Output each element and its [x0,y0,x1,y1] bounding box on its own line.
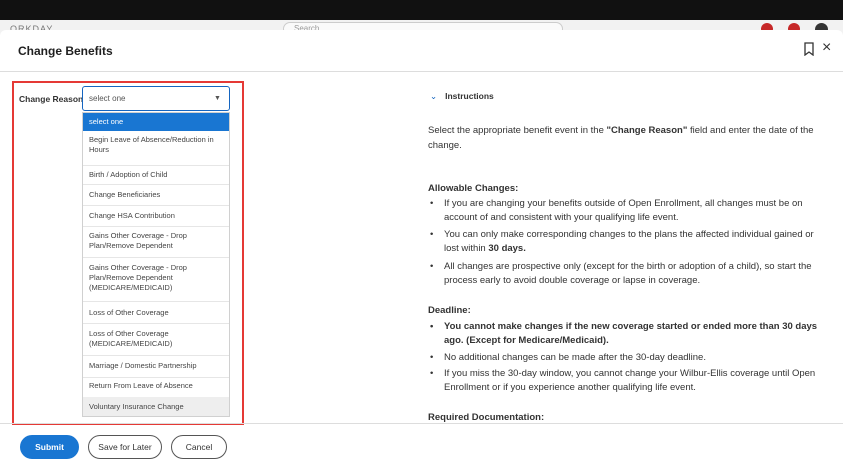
option-birth-adoption[interactable]: Birth / Adoption of Child [83,170,229,184]
instructions-toggle[interactable]: ⌄ Instructions [430,91,494,102]
save-for-later-button[interactable]: Save for Later [88,435,162,459]
option-divider [83,377,229,378]
deadline-bullet-1: You cannot make changes if the new cover… [430,320,824,348]
option-divider [83,184,229,185]
app-topbar [0,0,843,20]
allowable-bullet-3: All changes are prospective only (except… [430,260,824,288]
change-reason-label-text: Change Reason [19,94,84,104]
footer-divider [0,423,843,424]
allowable-bullet-2-bold: 30 days. [488,243,526,254]
option-marriage[interactable]: Marriage / Domestic Partnership [83,361,229,375]
allowable-bullet-1: If you are changing your benefits outsid… [430,197,824,225]
allowable-bullet-2: You can only make corresponding changes … [430,228,824,256]
deadline-bullet-2: No additional changes can be made after … [430,351,824,365]
caret-down-icon[interactable]: ▼ [214,95,221,102]
option-select-one[interactable]: select one [83,113,229,131]
option-gains-other-coverage[interactable]: Gains Other Coverage - Drop Plan/Remove … [83,231,229,255]
select-value: select one [89,94,126,103]
option-divider [83,301,229,302]
option-divider [83,355,229,356]
change-reason-select[interactable]: select one ▼ [82,86,230,111]
option-divider [83,257,229,258]
option-loss-of-coverage-medicare[interactable]: Loss of Other Coverage (MEDICARE/MEDICAI… [83,329,229,353]
option-voluntary-insurance[interactable]: Voluntary Insurance Change [83,397,229,416]
change-reason-label: Change Reason* [19,94,90,104]
intro-bold: "Change Reason" [606,125,688,136]
deadline-heading: Deadline: [428,305,471,316]
instructions-intro: Select the appropriate benefit event in … [428,123,828,153]
submit-button[interactable]: Submit [20,435,79,459]
option-leave-of-absence[interactable]: Begin Leave of Absence/Reduction in Hour… [83,135,229,165]
option-gains-other-coverage-medicare[interactable]: Gains Other Coverage - Drop Plan/Remove … [83,263,229,297]
dialog-title: Change Benefits [18,44,113,58]
option-divider [83,226,229,227]
option-divider [83,323,229,324]
deadline-bullet-3: If you miss the 30-day window, you canno… [430,367,824,395]
intro-text: Select the appropriate benefit event in … [428,125,607,136]
bookmark-icon[interactable] [803,42,815,56]
chevron-down-icon: ⌄ [430,91,438,101]
close-icon[interactable]: × [822,39,831,57]
allowable-changes-heading: Allowable Changes: [428,183,519,194]
option-divider [83,165,229,166]
option-change-hsa[interactable]: Change HSA Contribution [83,211,229,225]
cancel-button[interactable]: Cancel [171,435,227,459]
option-divider [83,205,229,206]
change-reason-listbox[interactable]: select one Begin Leave of Absence/Reduct… [82,112,230,417]
header-divider [0,71,843,72]
required-documentation-heading: Required Documentation: [428,412,545,423]
option-return-from-leave[interactable]: Return From Leave of Absence [83,381,229,395]
option-loss-of-coverage[interactable]: Loss of Other Coverage [83,308,229,322]
option-change-beneficiaries[interactable]: Change Beneficiaries [83,190,229,204]
instructions-heading: Instructions [445,91,494,101]
